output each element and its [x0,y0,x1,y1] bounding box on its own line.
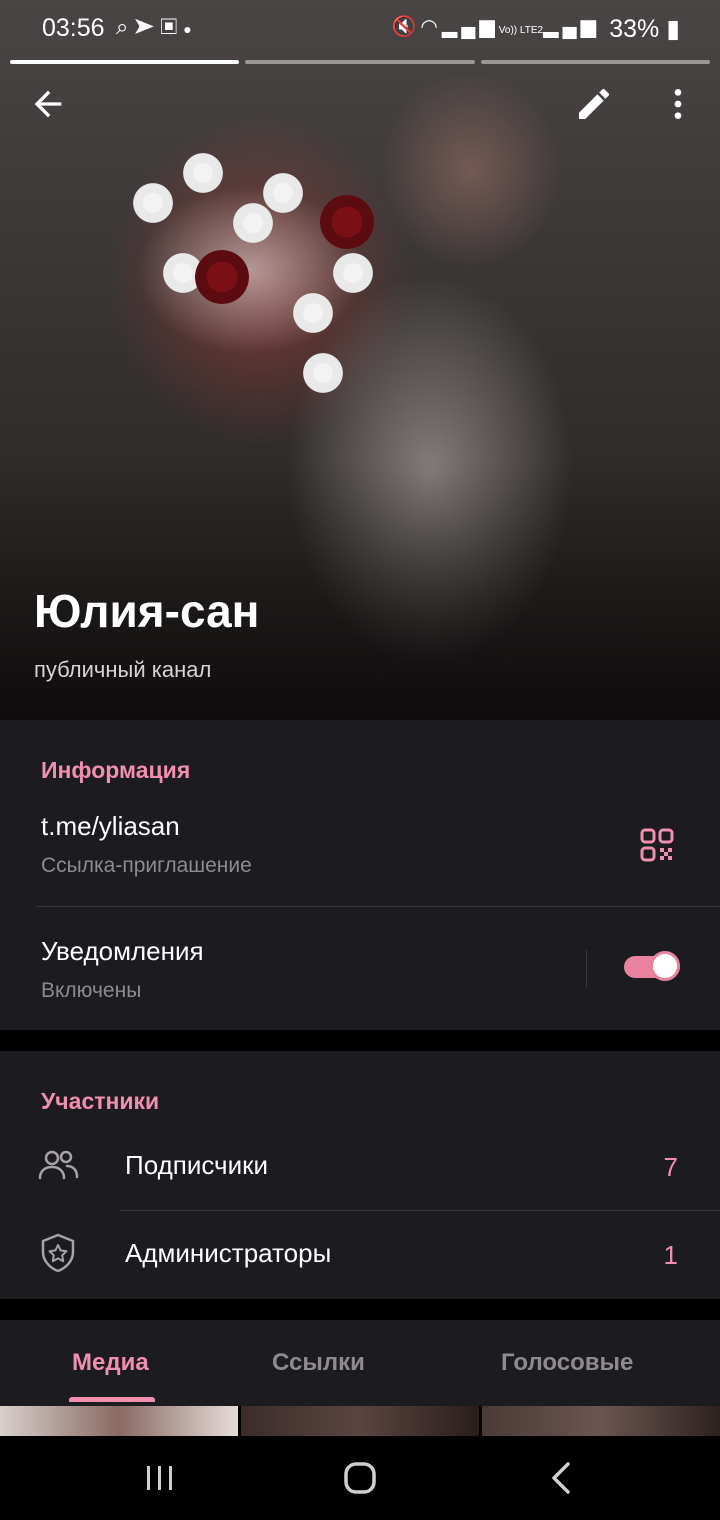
notifications-state: Включены [41,979,142,1002]
story-segment [245,60,475,64]
notifications-toggle[interactable] [622,950,684,984]
status-bar: 03:56 ⌕➤▣● 🔇◠▂▄▆Vo)) LTE2▂▄▆ 33% ▮ [0,0,720,56]
dot-icon: ● [183,21,198,37]
status-right-icons: 🔇◠▂▄▆Vo)) LTE2▂▄▆ [391,14,600,39]
media-thumbnail[interactable] [0,1406,238,1436]
qr-code-button[interactable] [640,828,674,862]
photo-detail [195,250,249,304]
notifications-label: Уведомления [41,936,204,966]
media-thumbnail[interactable] [241,1406,479,1436]
battery-level: 33% ▮ [609,15,680,43]
edit-button[interactable] [574,84,614,124]
channel-name: Юлия-сан [34,585,260,637]
tab-indicator [69,1397,155,1402]
users-icon [36,1143,80,1187]
channel-type: публичный канал [34,657,212,682]
story-progress [10,60,710,64]
members-section-title: Участники [41,1088,160,1114]
photo-detail [330,250,376,296]
photo-detail [180,150,226,196]
tab-links[interactable]: Ссылки [272,1349,365,1377]
divider [586,950,587,988]
story-segment [10,60,240,64]
signal-icon: ▂▄▆ [441,16,499,38]
story-segment [480,60,710,64]
subscribers-label: Подписчики [125,1150,269,1180]
search-icon: ⌕ [116,14,135,39]
status-left-icons: ⌕➤▣● [116,14,198,40]
tab-media[interactable]: Медиа [72,1349,149,1377]
divider [120,1210,720,1211]
signal-icon: ▂▄▆ [543,16,600,38]
home-icon [344,1462,376,1494]
arrow-back-icon [34,90,62,118]
status-time: 03:56 [42,14,105,42]
recents-icon [147,1466,172,1490]
nav-back-button[interactable] [540,1456,584,1500]
info-section-title: Информация [41,757,191,783]
back-button[interactable] [28,84,68,124]
subscribers-count: 7 [663,1152,678,1182]
telegram-icon: ➤ [134,14,161,39]
media-thumbnail[interactable] [482,1406,720,1436]
invite-link-caption: Ссылка-приглашение [41,854,252,877]
more-button[interactable] [658,84,698,124]
invite-link[interactable]: t.me/yliasan [41,811,180,842]
shield-star-icon [36,1231,80,1275]
home-button[interactable] [338,1456,382,1500]
image-icon: ▣ [160,14,184,39]
photo-detail [320,195,374,249]
tab-voice[interactable]: Голосовые [501,1349,633,1377]
qr-code-icon [640,828,674,862]
toggle-knob [650,951,680,981]
photo-detail [260,170,306,216]
administrators-count: 1 [663,1240,678,1270]
recents-button[interactable] [138,1456,182,1500]
mute-icon: 🔇 [391,16,421,38]
photo-detail [300,350,346,396]
pencil-icon [579,88,609,119]
battery-icon: ▮ [666,15,680,43]
wifi-icon: ◠ [420,16,442,38]
divider [36,906,720,907]
media-grid [0,1406,720,1436]
more-vertical-icon [674,89,682,119]
navigation-bar [0,1436,720,1520]
administrators-label: Администраторы [125,1238,332,1268]
volte-icon: Vo)) LTE2 [498,25,544,36]
nav-back-icon [552,1462,570,1494]
photo-detail [290,290,336,336]
photo-detail [130,180,176,226]
